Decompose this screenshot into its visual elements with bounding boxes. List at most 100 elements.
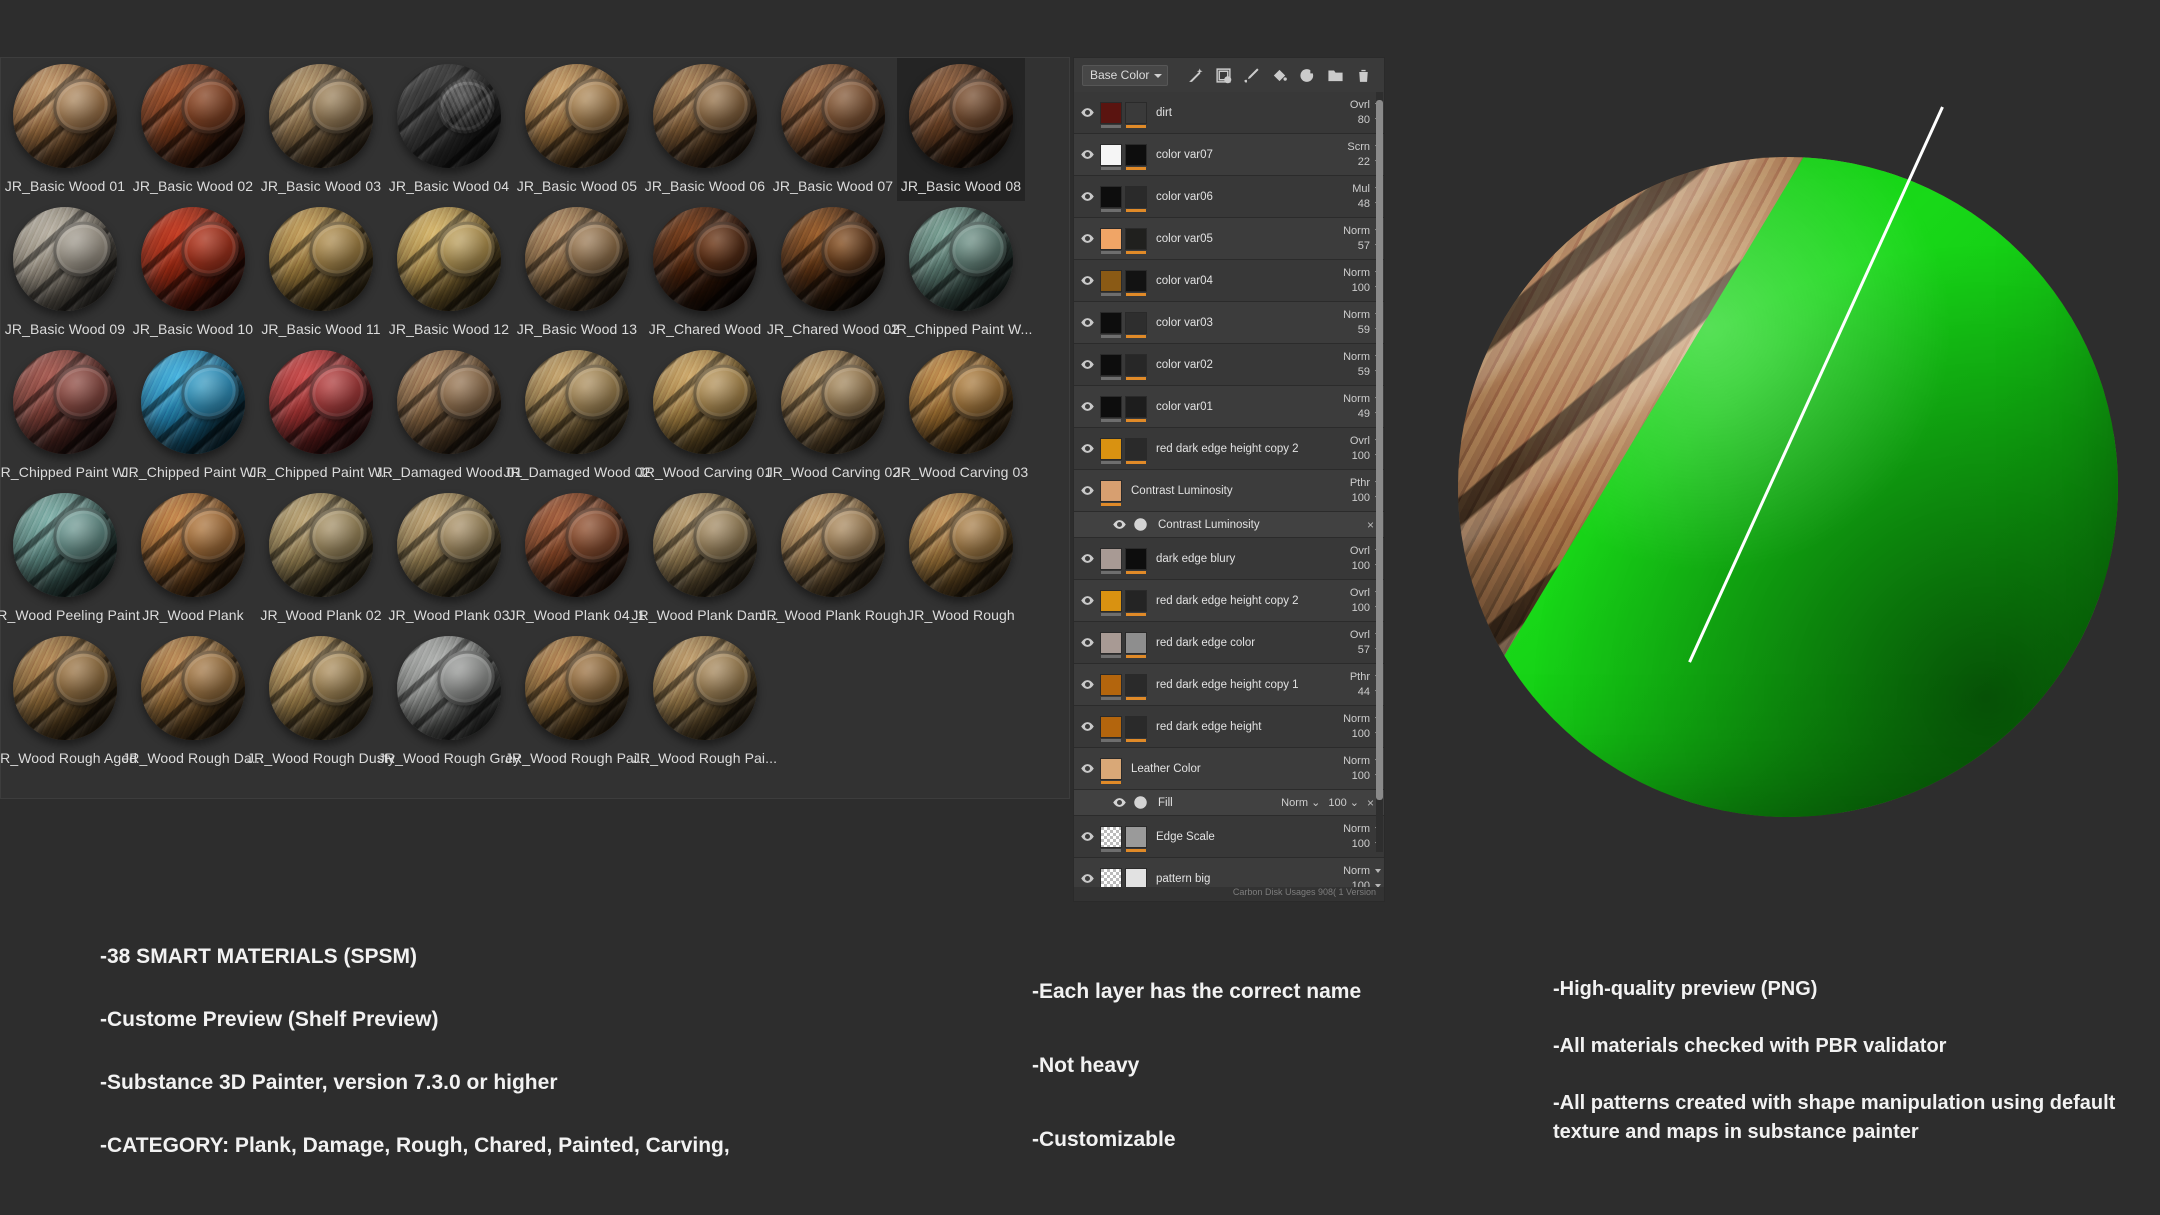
trash-icon[interactable] — [1355, 67, 1372, 84]
sub-layer-opacity[interactable]: 100 ⌄ — [1328, 796, 1367, 809]
layer-opacity[interactable]: 100 — [1332, 837, 1381, 852]
layer-blend-mode[interactable]: Mul — [1332, 182, 1381, 197]
material-shelf[interactable]: JR_Basic Wood 01 JR_Basic Wood 02 JR_Basic… — [0, 57, 1070, 799]
material-thumbnail[interactable]: JR_Basic Wood 02 — [129, 58, 257, 201]
layer-thumbnail[interactable] — [1100, 867, 1122, 887]
layer-thumbnail[interactable] — [1125, 867, 1147, 887]
layer-row[interactable]: Edge Scale Norm 100 — [1074, 816, 1384, 858]
layer-opacity[interactable]: 59 — [1332, 365, 1381, 380]
layer-blend-mode[interactable]: Norm — [1332, 822, 1381, 837]
layer-thumbnail[interactable] — [1100, 437, 1122, 464]
layer-blend-mode[interactable]: Ovrl — [1332, 98, 1381, 113]
layer-blend-opacity[interactable]: Norm 100 — [1332, 864, 1384, 887]
magic-wand-icon[interactable] — [1187, 67, 1204, 84]
material-thumbnail[interactable]: JR_Wood Rough — [897, 487, 1025, 630]
layer-row[interactable]: color var05 Norm 57 — [1074, 218, 1384, 260]
material-thumbnail[interactable]: JR_Chipped Paint W... — [890, 201, 1032, 344]
material-thumbnail[interactable]: JR_Wood Rough Grey — [378, 630, 520, 773]
sub-layer-row[interactable]: Fill Norm ⌄ 100 ⌄ × — [1074, 790, 1384, 816]
layer-blend-mode[interactable]: Norm — [1332, 224, 1381, 239]
layer-thumbnail[interactable] — [1125, 227, 1147, 254]
layer-thumbnail[interactable] — [1125, 185, 1147, 212]
material-thumbnail[interactable]: JR_Basic Wood 12 — [385, 201, 513, 344]
material-thumbnail[interactable]: JR_Wood Rough Aged — [0, 630, 137, 773]
material-thumbnail[interactable]: JR_Basic Wood 09 — [1, 201, 129, 344]
paint-bucket-icon[interactable] — [1271, 67, 1288, 84]
layer-opacity[interactable]: 49 — [1332, 407, 1381, 422]
layer-blend-mode[interactable]: Norm — [1332, 392, 1381, 407]
material-thumbnail[interactable]: JR_Wood Peeling Paint — [0, 487, 140, 630]
layer-thumbnail[interactable] — [1100, 673, 1122, 700]
material-thumbnail[interactable]: JR_Basic Wood 11 — [257, 201, 385, 344]
material-thumbnail[interactable]: JR_Wood Rough Dusty — [247, 630, 395, 773]
layer-thumbnail[interactable] — [1125, 673, 1147, 700]
layer-blend-mode[interactable]: Norm — [1332, 754, 1381, 769]
eye-icon[interactable] — [1074, 357, 1100, 372]
sub-layer-row[interactable]: Contrast Luminosity × — [1074, 512, 1384, 538]
paint-bucket-icon[interactable] — [1133, 795, 1148, 810]
layer-list[interactable]: dirt Ovrl 80 color var07 Scrn 22 color var06 Mu… — [1074, 92, 1384, 887]
layer-row[interactable]: color var03 Norm 59 — [1074, 302, 1384, 344]
layer-row[interactable]: red dark edge height copy 1 Pthr 44 — [1074, 664, 1384, 706]
layer-blend-mode[interactable]: Scrn — [1332, 140, 1381, 155]
layer-thumbnail[interactable] — [1100, 311, 1122, 338]
layer-blend-mode[interactable]: Norm — [1332, 864, 1381, 879]
layer-blend-mode[interactable]: Ovrl — [1332, 544, 1381, 559]
layer-opacity[interactable]: 100 — [1332, 281, 1381, 296]
fill-projection-icon[interactable] — [1299, 67, 1316, 84]
material-thumbnail[interactable]: JR_Basic Wood 13 — [513, 201, 641, 344]
material-thumbnail[interactable]: JR_Wood Plank — [129, 487, 257, 630]
layer-thumbnail[interactable] — [1100, 715, 1122, 742]
eye-icon[interactable] — [1074, 105, 1100, 120]
material-thumbnail[interactable]: JR_Basic Wood 07 — [769, 58, 897, 201]
layer-blend-mode[interactable]: Pthr — [1332, 670, 1381, 685]
layer-row[interactable]: color var07 Scrn 22 — [1074, 134, 1384, 176]
effect-icon[interactable] — [1133, 517, 1148, 532]
layer-thumbnail[interactable] — [1100, 143, 1122, 170]
paint-brush-icon[interactable] — [1243, 67, 1260, 84]
eye-icon[interactable] — [1074, 871, 1100, 886]
material-thumbnail[interactable]: JR_Basic Wood 01 — [1, 58, 129, 201]
material-preview-viewport[interactable] — [1385, 57, 2160, 902]
layer-row[interactable]: red dark edge height Norm 100 — [1074, 706, 1384, 748]
layer-row[interactable]: Contrast Luminosity Pthr 100 — [1074, 470, 1384, 512]
layer-blend-mode[interactable]: Norm — [1332, 712, 1381, 727]
eye-icon[interactable] — [1074, 593, 1100, 608]
layer-opacity[interactable]: 57 — [1332, 239, 1381, 254]
layer-opacity[interactable]: 100 — [1332, 449, 1381, 464]
material-thumbnail[interactable]: JR_Damaged Wood 01 — [375, 344, 522, 487]
layer-blend-mode[interactable]: Norm — [1332, 308, 1381, 323]
material-thumbnail[interactable]: JR_Basic Wood 05 — [513, 58, 641, 201]
material-thumbnail[interactable]: JR_Basic Wood 04 — [385, 58, 513, 201]
eye-icon[interactable] — [1074, 399, 1100, 414]
material-thumbnail[interactable]: JR_Wood Plank Dam... — [631, 487, 779, 630]
layer-opacity[interactable]: 80 — [1332, 113, 1381, 128]
layer-thumbnail[interactable] — [1100, 547, 1122, 574]
folder-icon[interactable] — [1327, 67, 1344, 84]
material-thumbnail[interactable]: JR_Chared Wood — [641, 201, 769, 344]
material-thumbnail[interactable]: JR_Damaged Wood 02 — [503, 344, 650, 487]
material-thumbnail[interactable]: JR_Wood Rough Da... — [122, 630, 264, 773]
material-thumbnail[interactable]: JR_Chipped Paint W... — [250, 344, 392, 487]
layer-opacity[interactable]: 57 — [1332, 643, 1381, 658]
eye-icon[interactable] — [1074, 635, 1100, 650]
layer-thumbnail[interactable] — [1125, 631, 1147, 658]
material-thumbnail[interactable]: JR_Basic Wood 08 — [897, 58, 1025, 201]
layer-thumbnail[interactable] — [1125, 715, 1147, 742]
layer-row[interactable]: pattern big Norm 100 — [1074, 858, 1384, 887]
layer-blend-mode[interactable]: Ovrl — [1332, 434, 1381, 449]
layer-opacity[interactable]: 100 — [1332, 601, 1381, 616]
eye-icon[interactable] — [1112, 795, 1127, 810]
eye-icon[interactable] — [1074, 231, 1100, 246]
layer-row[interactable]: red dark edge color Ovrl 57 — [1074, 622, 1384, 664]
layer-opacity[interactable]: 59 — [1332, 323, 1381, 338]
eye-icon[interactable] — [1112, 517, 1127, 532]
layer-row[interactable]: red dark edge height copy 2 Ovrl 100 — [1074, 580, 1384, 622]
layer-row[interactable]: color var06 Mul 48 — [1074, 176, 1384, 218]
layer-blend-mode[interactable]: Norm — [1332, 266, 1381, 281]
layer-opacity[interactable]: 100 — [1332, 559, 1381, 574]
material-thumbnail[interactable]: JR_Basic Wood 10 — [129, 201, 257, 344]
layer-thumbnail[interactable] — [1100, 227, 1122, 254]
layer-opacity[interactable]: 100 — [1332, 879, 1381, 887]
layer-thumbnail[interactable] — [1100, 757, 1122, 784]
